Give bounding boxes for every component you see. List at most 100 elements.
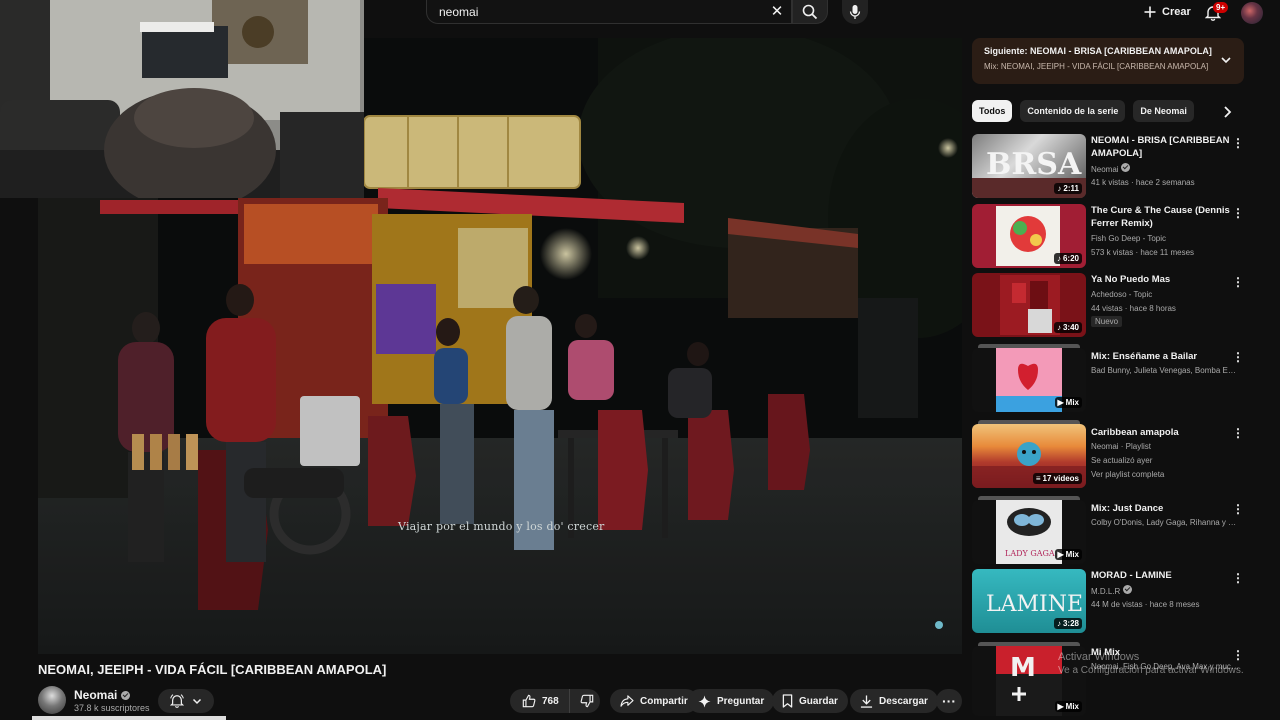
video-thumbnail[interactable]: ▶ Mix xyxy=(972,348,1086,412)
channel-name[interactable]: Achedoso - Topic xyxy=(1091,289,1239,300)
video-title[interactable]: Mix: Enséñame a Bailar xyxy=(1091,350,1231,363)
share-label: Compartir xyxy=(640,695,688,707)
clear-search-icon[interactable]: ✕ xyxy=(768,3,786,21)
chip-from-neomai[interactable]: De Neomai xyxy=(1133,100,1194,122)
playlist-icon: ≡ xyxy=(1035,474,1041,483)
video-thumbnail[interactable]: LADY GAGA ▶ Mix xyxy=(972,500,1086,564)
search-query[interactable]: neomai xyxy=(439,5,478,19)
bottom-edge-strip xyxy=(32,716,226,720)
up-next-banner[interactable]: Siguiente: NEOMAI - BRISA [CARIBBEAN AMA… xyxy=(972,38,1244,84)
more-options-icon[interactable]: ⋮ xyxy=(1232,502,1244,516)
search-input[interactable]: neomai xyxy=(426,0,792,24)
share-button[interactable]: Compartir xyxy=(610,689,698,713)
duration-text: 3:40 xyxy=(1062,323,1079,332)
verified-icon xyxy=(1120,163,1130,172)
more-options-icon[interactable]: ⋮ xyxy=(1232,275,1244,289)
chevron-down-icon[interactable] xyxy=(1220,54,1232,66)
music-note-icon: ♪ xyxy=(1056,254,1061,263)
bell-ringing-icon xyxy=(170,694,184,708)
channel-avatar[interactable] xyxy=(38,686,66,714)
recommendation-item[interactable]: ♪ 6:20 The Cure & The Cause (Dennis Ferre… xyxy=(972,204,1244,268)
channel-name[interactable]: Fish Go Deep - Topic xyxy=(1091,233,1239,244)
video-thumbnail[interactable]: ♪ 6:20 xyxy=(972,204,1086,268)
watermark-line-1: Activar Windows xyxy=(1058,651,1140,663)
channel-name-row[interactable]: Neomai xyxy=(74,688,131,702)
recommendation-item[interactable]: ▶ Mix Mix: Enséñame a Bailar Bad Bunny, J… xyxy=(972,344,1244,412)
video-thumbnail[interactable]: BRSA ♪ 2:11 xyxy=(972,134,1086,198)
music-note-icon: ♪ xyxy=(1056,619,1061,628)
playlist-title[interactable]: Caribbean amapola xyxy=(1091,426,1231,439)
channel-name[interactable]: Neomai xyxy=(74,688,117,702)
duration-badge: ▶ Mix xyxy=(1054,701,1082,712)
plus-icon xyxy=(1144,6,1156,18)
chevron-right-icon[interactable] xyxy=(1219,104,1235,120)
music-note-icon: ♪ xyxy=(1057,184,1062,193)
channel-text: Neomai xyxy=(1091,165,1119,174)
more-horizontal-icon: ··· xyxy=(942,693,956,709)
chevron-down-icon xyxy=(192,698,202,705)
music-note-icon: ♪ xyxy=(1056,323,1061,332)
more-options-icon[interactable]: ⋮ xyxy=(1232,136,1244,150)
channel-name[interactable]: Bad Bunny, Julieta Venegas, Bomba Esté..… xyxy=(1091,365,1239,376)
channel-text: M.D.L.R xyxy=(1091,587,1121,596)
video-meta: 41 k vistas · hace 2 semanas xyxy=(1091,178,1195,187)
thumbs-down-icon xyxy=(580,694,593,708)
video-title[interactable]: Mix: Just Dance xyxy=(1091,502,1231,515)
duration-badge: ♪ 3:28 xyxy=(1053,618,1082,629)
dislike-button[interactable] xyxy=(570,689,604,713)
thumbnail-text: M xyxy=(1010,653,1036,683)
recommendation-item[interactable]: ≡ 17 videos Caribbean amapola Neomai · Pl… xyxy=(972,420,1244,488)
search-icon xyxy=(802,4,818,19)
create-button[interactable]: Crear xyxy=(1134,0,1201,24)
recommendation-item[interactable]: LADY GAGA ▶ Mix Mix: Just Dance Colby O'D… xyxy=(972,496,1244,564)
duration-badge: ▶ Mix xyxy=(1054,549,1082,560)
thumbnail-text: BRSA xyxy=(986,147,1082,182)
like-button[interactable]: 768 xyxy=(510,689,570,713)
download-icon xyxy=(860,694,873,708)
more-options-icon[interactable]: ⋮ xyxy=(1232,571,1244,585)
duration-badge: ♪ 3:40 xyxy=(1053,322,1082,333)
download-label: Descargar xyxy=(879,695,928,707)
recommendation-item[interactable]: BRSA ♪ 2:11 NEOMAI - BRISA [CARIBBEAN AMA… xyxy=(972,134,1244,198)
video-count-text: 17 videos xyxy=(1042,474,1079,483)
video-meta: 573 k vistas · hace 11 meses xyxy=(1091,248,1195,257)
video-thumbnail[interactable]: LAMINE ♪ 3:28 xyxy=(972,569,1086,633)
account-avatar[interactable] xyxy=(1241,2,1263,24)
webcam-overlay xyxy=(0,0,364,198)
duration-text: 3:28 xyxy=(1062,619,1079,628)
video-meta: 44 vistas · hace 8 horas xyxy=(1091,304,1176,313)
save-button[interactable]: Guardar xyxy=(772,689,848,713)
chip-series-content[interactable]: Contenido de la serie xyxy=(1020,100,1126,122)
more-actions-button[interactable]: ··· xyxy=(936,689,962,713)
sparkle-icon xyxy=(698,694,711,708)
video-title[interactable]: The Cure & The Cause (Dennis Ferrer Remi… xyxy=(1091,204,1231,230)
duration-text: Mix xyxy=(1065,550,1079,559)
more-options-icon[interactable]: ⋮ xyxy=(1232,426,1244,440)
subscription-notifications-button[interactable] xyxy=(158,689,214,713)
video-title[interactable]: MORAD - LAMINE xyxy=(1091,569,1231,582)
more-options-icon[interactable]: ⋮ xyxy=(1232,206,1244,220)
view-full-playlist-link[interactable]: Ver playlist completa xyxy=(1091,469,1239,480)
video-thumbnail[interactable]: ≡ 17 videos xyxy=(972,424,1086,488)
recommendation-item[interactable]: ♪ 3:40 Ya No Puedo Mas Achedoso - Topic 4… xyxy=(972,273,1244,337)
duration-text: Mix xyxy=(1065,398,1079,407)
ask-label: Preguntar xyxy=(717,695,765,707)
video-thumbnail[interactable]: ♪ 3:40 xyxy=(972,273,1086,337)
chip-todos[interactable]: Todos xyxy=(972,100,1013,122)
video-title[interactable]: Ya No Puedo Mas xyxy=(1091,273,1231,286)
search-button[interactable] xyxy=(792,0,828,24)
channel-name[interactable]: M.D.L.R xyxy=(1091,585,1239,597)
channel-name[interactable]: Neomai xyxy=(1091,163,1239,175)
notifications-badge: 9+ xyxy=(1213,2,1229,13)
watermark-line-2: Ve a Configuración para activar Windows. xyxy=(1058,665,1244,676)
download-button[interactable]: Descargar xyxy=(850,689,938,713)
create-label: Crear xyxy=(1162,6,1191,18)
channel-name[interactable]: Colby O'Donis, Lady Gaga, Rihanna y mu..… xyxy=(1091,517,1239,528)
save-label: Guardar xyxy=(799,695,838,707)
recommendation-item[interactable]: LAMINE ♪ 3:28 MORAD - LAMINE M.D.L.R 44 M… xyxy=(972,569,1244,633)
more-options-icon[interactable]: ⋮ xyxy=(1232,350,1244,364)
channel-name[interactable]: Neomai · Playlist xyxy=(1091,441,1239,452)
voice-search-button[interactable] xyxy=(842,0,868,24)
ask-button[interactable]: Preguntar xyxy=(688,689,775,713)
video-title[interactable]: NEOMAI - BRISA [CARIBBEAN AMAPOLA] xyxy=(1091,134,1231,160)
